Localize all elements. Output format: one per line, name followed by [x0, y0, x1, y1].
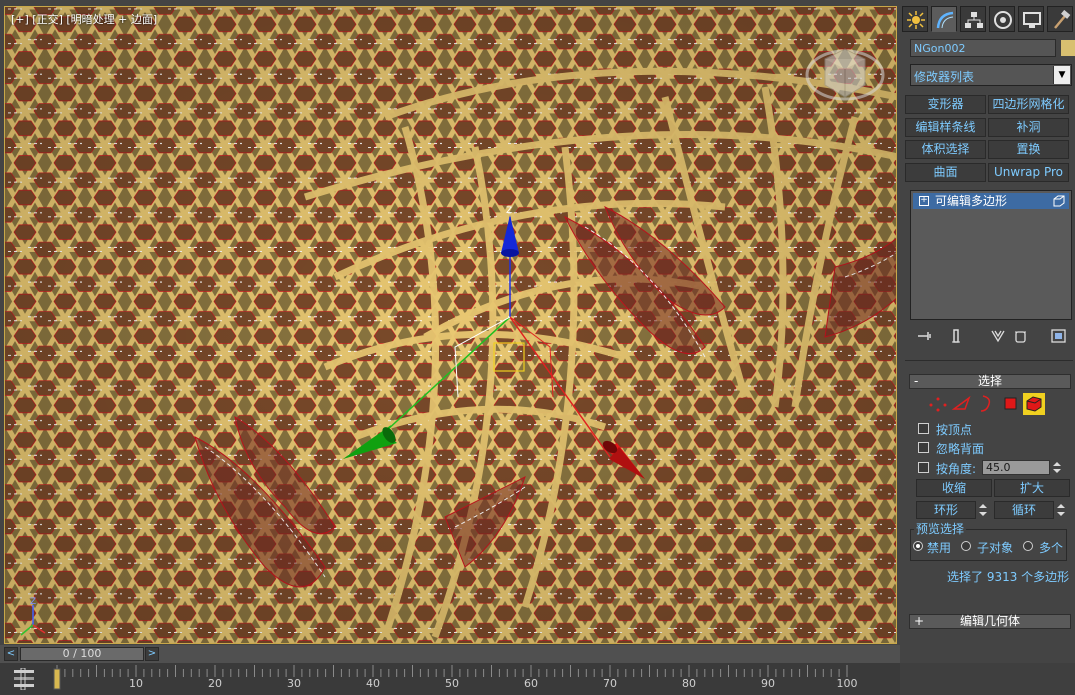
selection-status-text: 选择了 9313 个多边形 [947, 570, 1070, 584]
make-unique-icon[interactable] [990, 328, 1008, 344]
by-angle-label: 按角度: [936, 462, 977, 476]
panel-divider [905, 360, 1073, 361]
panel-tabs [902, 6, 1075, 34]
preview-subobject-label: 子对象 [977, 541, 1014, 555]
polygon-mode-icon[interactable] [1000, 393, 1022, 415]
spinner-arrows-icon[interactable] [1052, 460, 1062, 475]
modifier-button-5[interactable]: 体积选择 [905, 140, 986, 159]
modifier-button-2[interactable]: 四边形网格化 [988, 95, 1069, 114]
preview-selection-title: 预览选择 [914, 522, 967, 536]
modifier-list-dropdown[interactable]: 修改器列表 ▼ [910, 64, 1072, 86]
show-end-result-icon[interactable] [948, 328, 966, 344]
stack-item-editable-poly[interactable]: + 可编辑多边形 [913, 193, 1069, 209]
viewport-label-menu[interactable]: [+] [正交] [明暗处理 + 边面] [11, 11, 157, 27]
time-slider-thumb[interactable]: 0 / 100 [20, 647, 144, 661]
modifier-button-1[interactable]: 变形器 [905, 95, 986, 114]
checkbox-box[interactable] [918, 442, 929, 453]
modifier-button-3[interactable]: 编辑样条线 [905, 118, 986, 137]
track-bar-right [900, 663, 1075, 695]
object-name-field[interactable]: NGon002 [910, 39, 1056, 57]
hierarchy-icon [965, 12, 983, 28]
preview-subobject-radio[interactable] [961, 541, 971, 551]
vertex-mode-icon[interactable] [927, 393, 949, 415]
hammer-icon [1054, 10, 1071, 29]
next-frame-button[interactable]: > [145, 647, 159, 661]
gizmo-z-label: Z [506, 206, 512, 216]
preview-multi-radio[interactable] [1023, 541, 1033, 551]
configure-sets-icon[interactable] [1050, 328, 1068, 344]
frame-tick-label: 40 [366, 677, 380, 690]
modifier-button-4[interactable]: 补洞 [988, 118, 1069, 137]
selection-rollout-title: 选择 [977, 374, 1002, 388]
frame-tick-label: 90 [761, 677, 775, 690]
edge-mode-icon[interactable] [951, 393, 973, 415]
modifier-button-8[interactable]: Unwrap Pro [988, 163, 1069, 182]
frame-tick-label: 30 [287, 677, 301, 690]
object-color-swatch[interactable] [1061, 40, 1075, 56]
stack-item-label: 可编辑多边形 [935, 194, 1008, 208]
cube-icon [1053, 195, 1065, 207]
mini-axis-label: Z [30, 597, 36, 607]
ignore-backfacing-label: 忽略背面 [936, 442, 985, 456]
frame-tick-label: 60 [524, 677, 538, 690]
angle-input[interactable]: 45.0 [982, 460, 1050, 475]
preview-off-radio[interactable] [913, 541, 923, 551]
remove-modifier-icon[interactable] [1012, 328, 1030, 344]
motion-icon [994, 11, 1012, 29]
by-vertex-label: 按顶点 [936, 423, 973, 437]
frame-tick-label: 20 [208, 677, 222, 690]
shrink-button[interactable]: 收缩 [916, 479, 992, 497]
border-mode-icon[interactable] [975, 393, 997, 415]
modifier-button-6[interactable]: 置换 [988, 140, 1069, 159]
frame-tick-label: 100 [836, 677, 858, 690]
element-mode-icon[interactable] [1023, 393, 1045, 415]
modify-tab[interactable] [931, 6, 957, 32]
ring-spinner-icon[interactable] [978, 502, 988, 518]
perspective-viewport[interactable]: Z Z [+] [正交] [明暗处理 + 边面] [4, 6, 897, 644]
frame-tick-label: 10 [129, 677, 143, 690]
grow-button[interactable]: 扩大 [994, 479, 1070, 497]
chevron-down-icon[interactable]: ▼ [1053, 66, 1070, 84]
modify-arc-icon [936, 11, 954, 29]
modifier-stack: + 可编辑多边形 [910, 190, 1072, 320]
create-tab[interactable] [902, 6, 928, 32]
motion-tab[interactable] [989, 6, 1015, 32]
prev-frame-button[interactable]: < [4, 647, 18, 661]
checkbox-box[interactable] [918, 423, 929, 434]
expand-icon[interactable]: + [919, 196, 929, 206]
frame-tick-label: 50 [445, 677, 459, 690]
modifier-list-label: 修改器列表 [914, 70, 975, 84]
frame-tick-label: 70 [603, 677, 617, 690]
utilities-tab[interactable] [1047, 6, 1073, 32]
collapse-icon: - [914, 374, 919, 388]
hierarchy-tab[interactable] [960, 6, 986, 32]
preview-multi-label: 多个 [1039, 541, 1064, 555]
pin-stack-icon[interactable] [916, 328, 934, 344]
sun-icon [907, 11, 925, 29]
stack-toolbar [910, 326, 1072, 346]
edit-geometry-rollout-header[interactable]: + 编辑几何体 [909, 614, 1071, 629]
loop-button[interactable]: 循环 [994, 501, 1054, 519]
ring-button[interactable]: 环形 [916, 501, 976, 519]
angle-spinner[interactable]: 45.0 [982, 460, 1064, 475]
edit-geometry-title: 编辑几何体 [959, 614, 1020, 628]
display-tab[interactable] [1018, 6, 1044, 32]
monitor-icon [1023, 12, 1041, 28]
frame-tick-label: 80 [682, 677, 696, 690]
command-panel: NGon002 修改器列表 ▼ 变形器 四边形网格化 编辑样条线 补洞 体积选择… [902, 0, 1075, 695]
loop-spinner-icon[interactable] [1056, 502, 1066, 518]
current-frame-marker[interactable] [53, 668, 61, 690]
expand-icon: + [914, 614, 925, 628]
checkbox-box[interactable] [918, 462, 929, 473]
modifier-button-7[interactable]: 曲面 [905, 163, 986, 182]
track-view-icon[interactable] [13, 668, 37, 690]
selection-rollout-header[interactable]: - 选择 [909, 374, 1071, 389]
mesh-canvas[interactable]: Z Z [5, 7, 897, 644]
preview-off-label: 禁用 [927, 541, 952, 555]
